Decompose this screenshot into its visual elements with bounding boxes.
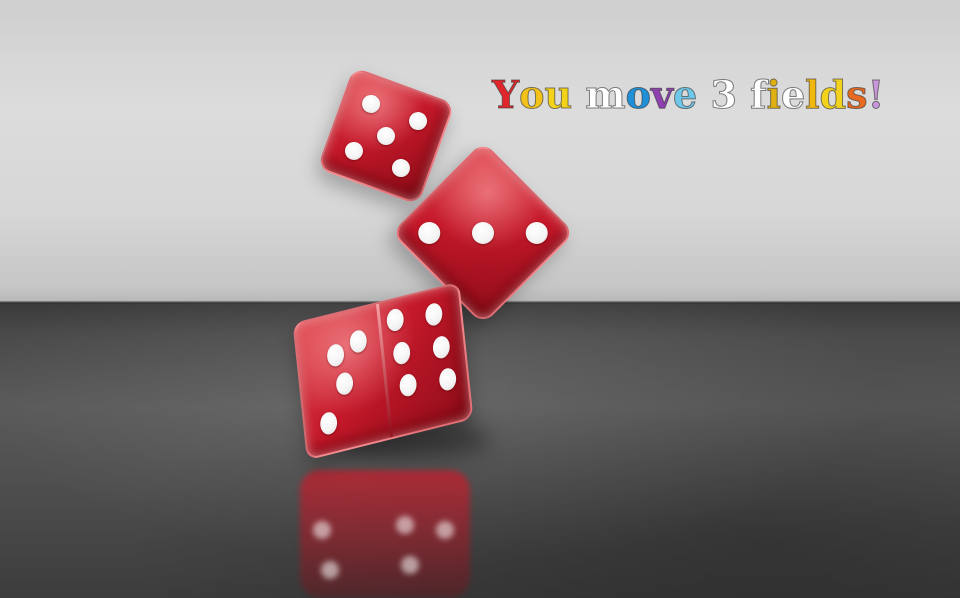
die-five: [316, 66, 456, 206]
move-result-message: You move 3 fields!: [491, 72, 885, 118]
dice-reflection: [300, 470, 470, 598]
dice-game-scene: You move 3 fields!: [0, 0, 960, 598]
table-surface: [0, 302, 960, 598]
